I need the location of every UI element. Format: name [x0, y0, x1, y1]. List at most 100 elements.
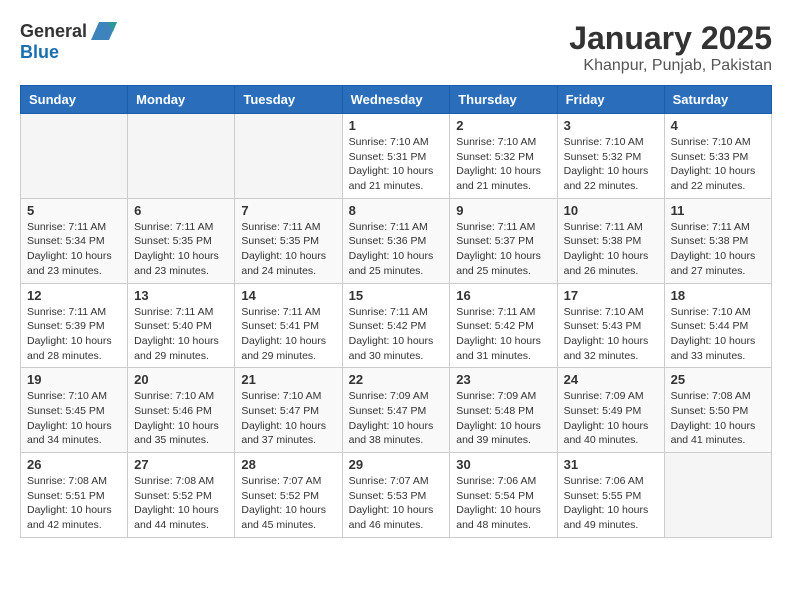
- day-info: Sunrise: 7:06 AM Sunset: 5:55 PM Dayligh…: [564, 474, 658, 533]
- calendar-cell: 16Sunrise: 7:11 AM Sunset: 5:42 PM Dayli…: [450, 283, 557, 368]
- day-info: Sunrise: 7:11 AM Sunset: 5:35 PM Dayligh…: [241, 220, 335, 279]
- day-info: Sunrise: 7:11 AM Sunset: 5:35 PM Dayligh…: [134, 220, 228, 279]
- day-number: 6: [134, 203, 228, 218]
- weekday-header-monday: Monday: [128, 86, 235, 114]
- day-number: 4: [671, 118, 765, 133]
- day-number: 3: [564, 118, 658, 133]
- calendar-cell: 25Sunrise: 7:08 AM Sunset: 5:50 PM Dayli…: [664, 368, 771, 453]
- day-number: 22: [349, 372, 444, 387]
- day-number: 23: [456, 372, 550, 387]
- calendar-week-row: 26Sunrise: 7:08 AM Sunset: 5:51 PM Dayli…: [21, 453, 772, 538]
- day-number: 26: [27, 457, 121, 472]
- day-number: 18: [671, 288, 765, 303]
- logo-icon: [89, 20, 117, 42]
- logo-text-blue: Blue: [20, 42, 59, 62]
- page-subtitle: Khanpur, Punjab, Pakistan: [569, 57, 772, 75]
- calendar-cell: 27 Sunrise: 7:08 AM Sunset: 5:52 PM Dayli…: [128, 453, 235, 538]
- calendar-week-row: 5 Sunrise: 7:11 AM Sunset: 5:34 PM Daylig…: [21, 198, 772, 283]
- calendar-cell: 26Sunrise: 7:08 AM Sunset: 5:51 PM Dayli…: [21, 453, 128, 538]
- calendar-cell: 19Sunrise: 7:10 AM Sunset: 5:45 PM Dayli…: [21, 368, 128, 453]
- day-info: Sunrise: 7:10 AM Sunset: 5:47 PM Dayligh…: [241, 389, 335, 448]
- day-info: Sunrise: 7:11 AM Sunset: 5:38 PM Dayligh…: [671, 220, 765, 279]
- day-number: 14: [241, 288, 335, 303]
- day-info: Sunrise: 7:09 AM Sunset: 5:47 PM Dayligh…: [349, 389, 444, 448]
- day-number: 27: [134, 457, 228, 472]
- day-number: 8: [349, 203, 444, 218]
- calendar-cell: 12Sunrise: 7:11 AM Sunset: 5:39 PM Dayli…: [21, 283, 128, 368]
- weekday-header-saturday: Saturday: [664, 86, 771, 114]
- page-title: January 2025: [569, 20, 772, 57]
- calendar-cell: 5 Sunrise: 7:11 AM Sunset: 5:34 PM Daylig…: [21, 198, 128, 283]
- day-number: 15: [349, 288, 444, 303]
- day-number: 9: [456, 203, 550, 218]
- day-number: 13: [134, 288, 228, 303]
- day-info: Sunrise: 7:11 AM Sunset: 5:41 PM Dayligh…: [241, 305, 335, 364]
- day-info: Sunrise: 7:11 AM Sunset: 5:37 PM Dayligh…: [456, 220, 550, 279]
- day-number: 28: [241, 457, 335, 472]
- weekday-header-friday: Friday: [557, 86, 664, 114]
- day-number: 11: [671, 203, 765, 218]
- day-info: Sunrise: 7:06 AM Sunset: 5:54 PM Dayligh…: [456, 474, 550, 533]
- calendar-cell: 23 Sunrise: 7:09 AM Sunset: 5:48 PM Dayli…: [450, 368, 557, 453]
- calendar-cell: [128, 114, 235, 199]
- calendar-cell: 10 Sunrise: 7:11 AM Sunset: 5:38 PM Dayli…: [557, 198, 664, 283]
- calendar-table: SundayMondayTuesdayWednesdayThursdayFrid…: [20, 85, 772, 538]
- day-number: 31: [564, 457, 658, 472]
- day-number: 12: [27, 288, 121, 303]
- day-info: Sunrise: 7:10 AM Sunset: 5:46 PM Dayligh…: [134, 389, 228, 448]
- calendar-cell: 15 Sunrise: 7:11 AM Sunset: 5:42 PM Dayli…: [342, 283, 450, 368]
- day-info: Sunrise: 7:07 AM Sunset: 5:52 PM Dayligh…: [241, 474, 335, 533]
- calendar-cell: 31 Sunrise: 7:06 AM Sunset: 5:55 PM Dayli…: [557, 453, 664, 538]
- calendar-cell: 7Sunrise: 7:11 AM Sunset: 5:35 PM Daylig…: [235, 198, 342, 283]
- calendar-cell: 8 Sunrise: 7:11 AM Sunset: 5:36 PM Daylig…: [342, 198, 450, 283]
- day-info: Sunrise: 7:11 AM Sunset: 5:42 PM Dayligh…: [349, 305, 444, 364]
- calendar-cell: 9 Sunrise: 7:11 AM Sunset: 5:37 PM Daylig…: [450, 198, 557, 283]
- day-number: 16: [456, 288, 550, 303]
- calendar-week-row: 19Sunrise: 7:10 AM Sunset: 5:45 PM Dayli…: [21, 368, 772, 453]
- calendar-cell: 29Sunrise: 7:07 AM Sunset: 5:53 PM Dayli…: [342, 453, 450, 538]
- day-number: 5: [27, 203, 121, 218]
- calendar-cell: 13 Sunrise: 7:11 AM Sunset: 5:40 PM Dayli…: [128, 283, 235, 368]
- day-number: 10: [564, 203, 658, 218]
- logo-text-general: General: [20, 21, 87, 42]
- day-info: Sunrise: 7:10 AM Sunset: 5:33 PM Dayligh…: [671, 135, 765, 194]
- calendar-cell: 14 Sunrise: 7:11 AM Sunset: 5:41 PM Dayli…: [235, 283, 342, 368]
- calendar-week-row: 12Sunrise: 7:11 AM Sunset: 5:39 PM Dayli…: [21, 283, 772, 368]
- day-info: Sunrise: 7:11 AM Sunset: 5:38 PM Dayligh…: [564, 220, 658, 279]
- calendar-cell: 21 Sunrise: 7:10 AM Sunset: 5:47 PM Dayli…: [235, 368, 342, 453]
- weekday-header-row: SundayMondayTuesdayWednesdayThursdayFrid…: [21, 86, 772, 114]
- day-info: Sunrise: 7:09 AM Sunset: 5:49 PM Dayligh…: [564, 389, 658, 448]
- logo: General Blue: [20, 20, 117, 63]
- calendar-week-row: 1 Sunrise: 7:10 AM Sunset: 5:31 PM Daylig…: [21, 114, 772, 199]
- calendar-cell: 1 Sunrise: 7:10 AM Sunset: 5:31 PM Daylig…: [342, 114, 450, 199]
- day-number: 1: [349, 118, 444, 133]
- day-info: Sunrise: 7:11 AM Sunset: 5:40 PM Dayligh…: [134, 305, 228, 364]
- calendar-cell: 18 Sunrise: 7:10 AM Sunset: 5:44 PM Dayli…: [664, 283, 771, 368]
- title-block: January 2025 Khanpur, Punjab, Pakistan: [569, 20, 772, 75]
- day-info: Sunrise: 7:10 AM Sunset: 5:32 PM Dayligh…: [456, 135, 550, 194]
- day-info: Sunrise: 7:08 AM Sunset: 5:52 PM Dayligh…: [134, 474, 228, 533]
- calendar-cell: 20 Sunrise: 7:10 AM Sunset: 5:46 PM Dayli…: [128, 368, 235, 453]
- day-number: 21: [241, 372, 335, 387]
- calendar-cell: [235, 114, 342, 199]
- weekday-header-thursday: Thursday: [450, 86, 557, 114]
- day-info: Sunrise: 7:10 AM Sunset: 5:31 PM Dayligh…: [349, 135, 444, 194]
- calendar-cell: 6 Sunrise: 7:11 AM Sunset: 5:35 PM Daylig…: [128, 198, 235, 283]
- day-info: Sunrise: 7:11 AM Sunset: 5:34 PM Dayligh…: [27, 220, 121, 279]
- day-info: Sunrise: 7:10 AM Sunset: 5:44 PM Dayligh…: [671, 305, 765, 364]
- day-info: Sunrise: 7:10 AM Sunset: 5:43 PM Dayligh…: [564, 305, 658, 364]
- calendar-cell: [664, 453, 771, 538]
- day-info: Sunrise: 7:09 AM Sunset: 5:48 PM Dayligh…: [456, 389, 550, 448]
- day-info: Sunrise: 7:11 AM Sunset: 5:36 PM Dayligh…: [349, 220, 444, 279]
- weekday-header-sunday: Sunday: [21, 86, 128, 114]
- calendar-cell: 11 Sunrise: 7:11 AM Sunset: 5:38 PM Dayli…: [664, 198, 771, 283]
- day-number: 24: [564, 372, 658, 387]
- day-number: 2: [456, 118, 550, 133]
- day-info: Sunrise: 7:10 AM Sunset: 5:45 PM Dayligh…: [27, 389, 121, 448]
- page-header: General Blue January 2025 Khanpur, Punja…: [20, 20, 772, 75]
- calendar-cell: 28 Sunrise: 7:07 AM Sunset: 5:52 PM Dayli…: [235, 453, 342, 538]
- day-info: Sunrise: 7:10 AM Sunset: 5:32 PM Dayligh…: [564, 135, 658, 194]
- calendar-cell: 3 Sunrise: 7:10 AM Sunset: 5:32 PM Daylig…: [557, 114, 664, 199]
- day-number: 20: [134, 372, 228, 387]
- day-info: Sunrise: 7:07 AM Sunset: 5:53 PM Dayligh…: [349, 474, 444, 533]
